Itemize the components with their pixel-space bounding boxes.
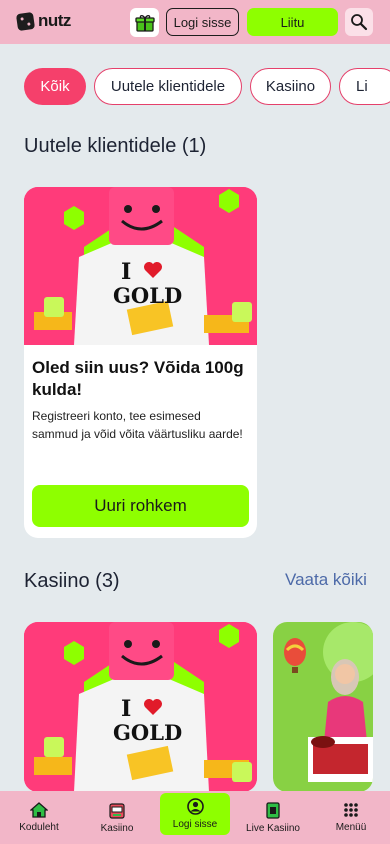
see-all-link[interactable]: Vaata kõiki xyxy=(285,570,367,590)
shirt-text-gold: GOLD xyxy=(113,283,183,308)
casino-card-live[interactable] xyxy=(273,622,373,792)
nav-live-casino[interactable]: Live Kasiino xyxy=(234,791,312,844)
filter-casino[interactable]: Kasiino xyxy=(250,68,331,105)
nav-menu-label: Menüü xyxy=(335,822,367,833)
slot-machine-icon xyxy=(109,802,125,819)
shirt-text-gold: GOLD xyxy=(113,720,183,745)
nav-menu[interactable]: Menüü xyxy=(312,791,390,844)
live-casino-icon xyxy=(266,801,280,819)
casino-card[interactable]: I GOLD xyxy=(24,622,257,792)
logo[interactable]: nutz xyxy=(15,11,71,31)
home-icon xyxy=(30,802,48,818)
dice-logo-icon xyxy=(15,11,36,31)
promo-image: I GOLD xyxy=(24,187,257,345)
join-button[interactable]: Liitu xyxy=(247,8,338,36)
logo-text: nutz xyxy=(38,11,71,30)
promo-cta-button[interactable]: Uuri rohkem xyxy=(32,485,249,527)
promo-card[interactable]: I GOLD Oled siin uus? Võida 100g kulda! … xyxy=(24,187,257,538)
filter-new-clients[interactable]: Uutele klientidele xyxy=(94,68,242,105)
bottom-nav: Koduleht Kasiino Logi sisse Live Kasiino… xyxy=(0,791,390,844)
nav-casino-label: Kasiino xyxy=(100,822,134,834)
heart-icon xyxy=(143,261,163,279)
shirt-text-i: I xyxy=(121,259,132,285)
casino-card-image: I GOLD xyxy=(24,622,257,792)
nav-home[interactable]: Koduleht xyxy=(0,791,78,844)
nav-casino[interactable]: Kasiino xyxy=(78,791,156,844)
login-button[interactable]: Logi sisse xyxy=(166,8,239,36)
top-header: nutz Logi sisse Liitu xyxy=(0,0,390,44)
promo-description: Registreeri konto, tee esimesed sammud j… xyxy=(32,409,243,441)
nav-login-label: Logi sisse xyxy=(172,819,218,830)
nav-home-label: Koduleht xyxy=(19,822,59,833)
promo-title: Oled siin uus? Võida 100g kulda! xyxy=(32,358,244,399)
shirt-text-i: I xyxy=(121,696,132,722)
promo-illustration xyxy=(24,187,257,345)
user-icon xyxy=(186,798,204,815)
section-title-casino: Kasiino (3) xyxy=(24,570,120,592)
gift-icon xyxy=(134,14,155,32)
search-button[interactable] xyxy=(345,8,373,36)
nav-login[interactable]: Logi sisse xyxy=(160,793,230,835)
grid-menu-icon xyxy=(344,803,358,817)
filter-live[interactable]: Li xyxy=(339,68,390,105)
search-icon xyxy=(351,14,368,31)
gift-button[interactable] xyxy=(130,8,159,37)
live-casino-illustration xyxy=(273,622,373,792)
casino-illustration xyxy=(24,622,257,792)
section-title-new-clients: Uutele klientidele (1) xyxy=(24,135,207,157)
nav-live-casino-label: Live Kasiino xyxy=(246,822,300,834)
heart-icon xyxy=(143,698,163,716)
filter-all[interactable]: Kõik xyxy=(24,68,86,105)
